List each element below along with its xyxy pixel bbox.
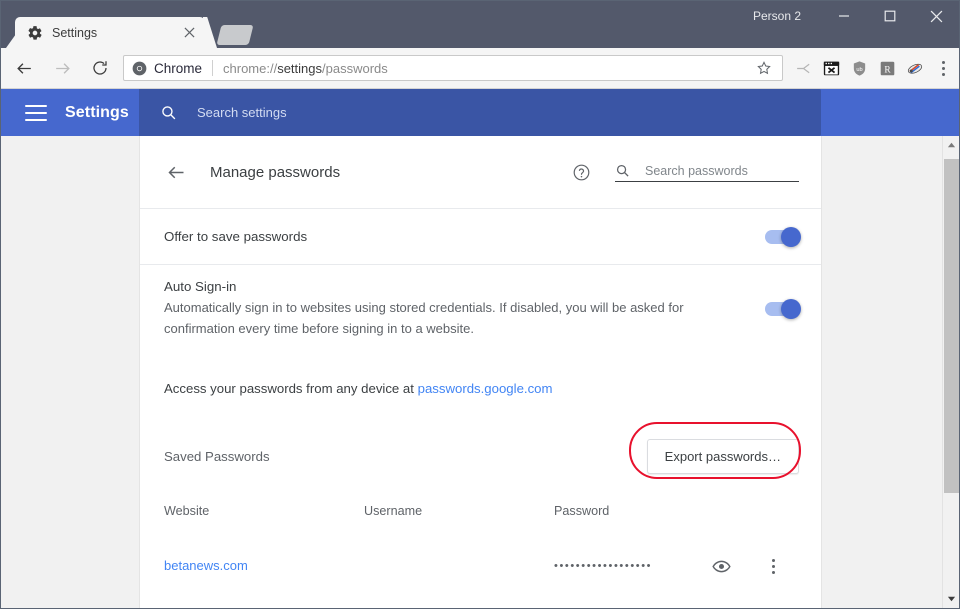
- tab-settings[interactable]: Settings: [15, 17, 205, 48]
- browser-toolbar: Chrome chrome://settings/passwords ub R: [1, 48, 959, 89]
- website-link[interactable]: betanews.com: [164, 558, 248, 573]
- extension-icons: ub R: [789, 54, 959, 82]
- settings-search-input[interactable]: Search settings: [139, 89, 821, 136]
- omnibox-divider: [212, 60, 214, 76]
- profile-label[interactable]: Person 2: [753, 9, 801, 23]
- colorful-extension-icon[interactable]: [901, 54, 929, 82]
- address-bar[interactable]: Chrome chrome://settings/passwords: [123, 55, 783, 81]
- more-vertical-icon: [761, 554, 785, 578]
- scroll-down-icon[interactable]: [943, 591, 959, 608]
- export-button-wrap: Export passwords…: [628, 421, 801, 479]
- minimize-icon[interactable]: [821, 1, 867, 31]
- settings-title: Settings: [65, 103, 129, 121]
- saved-passwords-section: Saved Passwords Export passwords…: [140, 418, 821, 494]
- black-box-x-icon[interactable]: [817, 54, 845, 82]
- setting-offer-to-save[interactable]: Offer to save passwords: [140, 208, 821, 264]
- title-bar: Settings Person 2: [1, 1, 959, 48]
- svg-text:ub: ub: [856, 66, 862, 72]
- column-header-username: Username: [364, 504, 423, 518]
- show-password-button[interactable]: [695, 554, 747, 578]
- access-passwords-note: Access your passwords from any device at…: [140, 355, 821, 396]
- back-arrow-icon[interactable]: [9, 53, 39, 83]
- auto-signin-toggle[interactable]: [765, 299, 801, 319]
- close-icon[interactable]: [913, 1, 959, 31]
- ublock-shield-icon[interactable]: ub: [845, 54, 873, 82]
- help-circle-icon[interactable]: [570, 161, 592, 183]
- new-tab-icon[interactable]: [216, 25, 254, 45]
- chrome-logo-icon: [132, 61, 147, 76]
- page-header-actions: Search passwords: [570, 161, 799, 183]
- r-badge-icon[interactable]: R: [873, 54, 901, 82]
- reload-icon[interactable]: [85, 53, 115, 83]
- maximize-icon[interactable]: [867, 1, 913, 31]
- passwords-table-header: Website Username Password: [140, 494, 821, 528]
- setting-label: Offer to save passwords: [164, 229, 308, 244]
- column-header-website: Website: [164, 504, 210, 518]
- hamburger-menu-icon[interactable]: [25, 104, 47, 121]
- manage-passwords-card: Manage passwords Search passwords Offer …: [139, 136, 822, 608]
- scrollbar-thumb[interactable]: [944, 159, 959, 493]
- saved-passwords-label: Saved Passwords: [164, 448, 270, 464]
- star-icon[interactable]: [754, 58, 774, 78]
- close-icon[interactable]: [180, 24, 198, 42]
- cell-password: ••••••••••••••••••: [554, 560, 653, 572]
- setting-text: Offer to save passwords: [164, 229, 765, 244]
- window-controls: Person 2: [753, 1, 959, 31]
- more-vertical-icon: [941, 60, 945, 76]
- settings-search-placeholder: Search settings: [197, 105, 287, 120]
- url-path: /passwords: [322, 60, 388, 76]
- browser-window: Settings Person 2 Chrome chrome://settin…: [0, 0, 960, 609]
- cell-website: betanews.com: [164, 557, 364, 575]
- chrome-menu-icon[interactable]: [929, 54, 957, 82]
- gear-icon: [27, 25, 43, 41]
- page-header: Manage passwords Search passwords: [140, 136, 821, 208]
- column-header-password: Password: [554, 504, 610, 518]
- chrome-badge-label: Chrome: [154, 60, 203, 76]
- address-bar-url: chrome://settings/passwords: [223, 61, 388, 76]
- settings-header: Settings Search settings: [1, 89, 959, 136]
- setting-auto-signin[interactable]: Auto Sign-in Automatically sign in to we…: [140, 264, 821, 355]
- page-scrollbar[interactable]: [942, 136, 959, 608]
- access-note-text: Access your passwords from any device at: [164, 381, 418, 396]
- url-prefix: chrome://: [223, 60, 278, 76]
- settings-page-body: Manage passwords Search passwords Offer …: [1, 136, 959, 608]
- row-menu-button[interactable]: [747, 554, 799, 578]
- search-icon: [160, 104, 177, 121]
- table-row[interactable]: betanews.com ••••••••••••••••••: [140, 542, 821, 590]
- scroll-up-icon[interactable]: [943, 136, 959, 153]
- tab-title: Settings: [52, 25, 98, 40]
- search-passwords-input[interactable]: Search passwords: [615, 162, 799, 182]
- url-host: settings: [277, 60, 323, 76]
- eye-icon: [709, 554, 733, 578]
- search-icon: [615, 162, 631, 178]
- back-arrow-icon[interactable]: [164, 160, 188, 184]
- export-passwords-button[interactable]: Export passwords…: [646, 438, 799, 474]
- setting-label: Auto Sign-in: [164, 279, 237, 294]
- offer-to-save-toggle[interactable]: [765, 226, 801, 247]
- setting-text: Auto Sign-in Automatically sign in to we…: [164, 279, 765, 339]
- send-to-devices-icon[interactable]: [789, 54, 817, 82]
- svg-text:R: R: [884, 65, 891, 75]
- page-title: Manage passwords: [210, 163, 341, 181]
- forward-arrow-icon: [47, 53, 77, 83]
- search-passwords-placeholder: Search passwords: [645, 164, 748, 178]
- setting-description: Automatically sign in to websites using …: [164, 300, 684, 336]
- passwords-google-link[interactable]: passwords.google.com: [418, 381, 553, 396]
